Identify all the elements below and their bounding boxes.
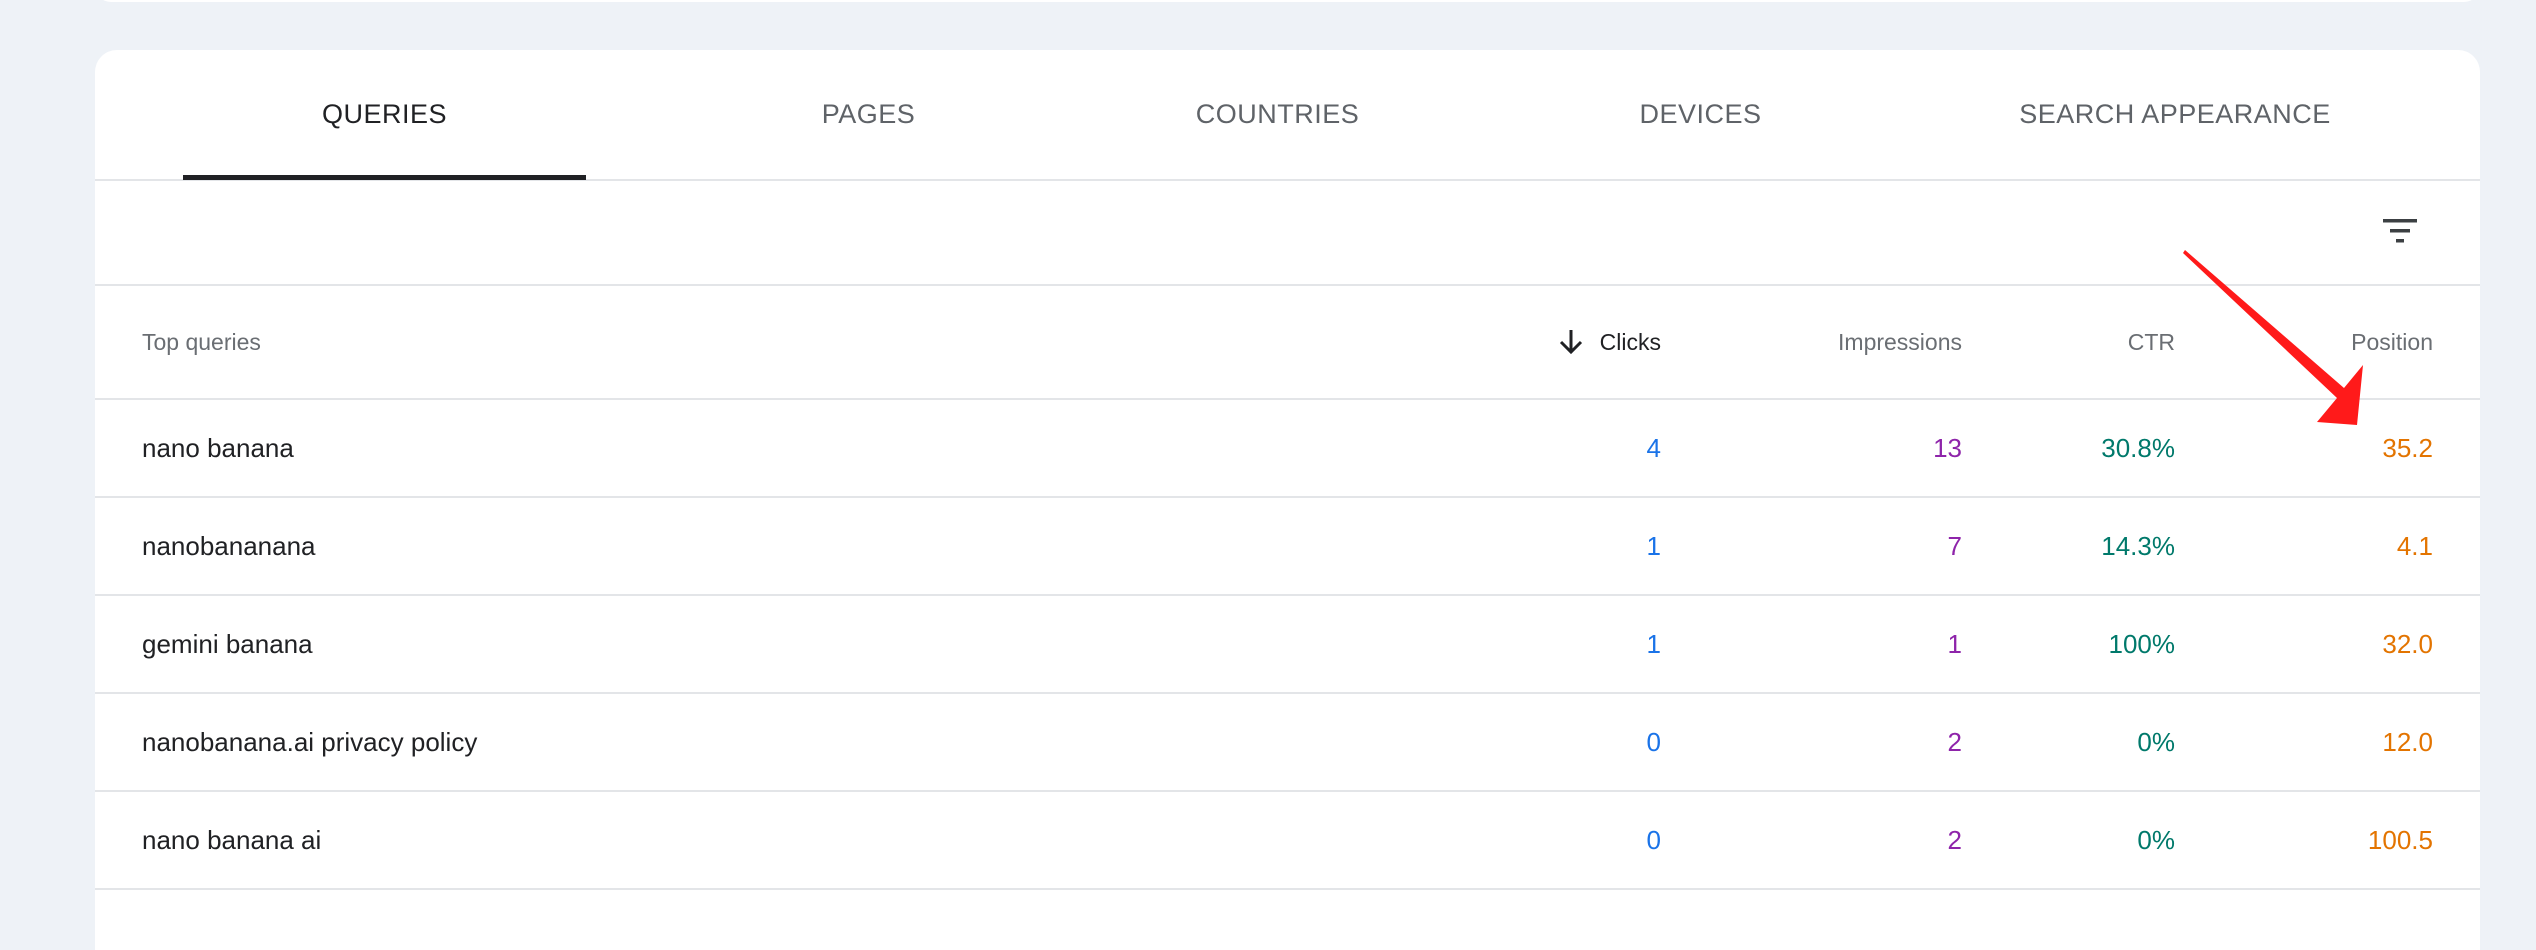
ctr-cell: 100% (2108, 628, 2176, 659)
tab-queries-label: QUERIES (321, 99, 448, 129)
clicks-cell: 0 (1646, 824, 1661, 855)
table-row-partial[interactable] (95, 890, 2480, 950)
impressions-cell: 2 (1947, 824, 1962, 855)
table-row[interactable]: nanobanana.ai privacy policy 0 2 0% 12.0 (95, 694, 2480, 792)
tab-countries-label: COUNTRIES (1195, 99, 1360, 129)
table-row[interactable]: nanobananana 1 7 14.3% 4.1 (95, 498, 2480, 596)
filter-list-icon (2383, 219, 2417, 243)
tab-devices-label: DEVICES (1639, 99, 1762, 129)
query-cell: nanobanana.ai privacy policy (142, 726, 478, 757)
tab-devices[interactable]: DEVICES (1528, 50, 1873, 179)
filter-button[interactable] (2378, 209, 2422, 253)
position-cell: 32.0 (2382, 628, 2433, 659)
clicks-cell: 4 (1646, 432, 1661, 463)
tab-countries[interactable]: COUNTRIES (1105, 50, 1450, 179)
column-header-clicks[interactable]: Clicks (1558, 286, 1661, 398)
tab-queries[interactable]: QUERIES (183, 50, 586, 180)
column-header-ctr[interactable]: CTR (2128, 286, 2175, 398)
table-toolbar (95, 181, 2480, 286)
clicks-cell: 1 (1646, 530, 1661, 561)
column-header-impressions[interactable]: Impressions (1838, 286, 1962, 398)
dimension-tabs: QUERIES PAGES COUNTRIES DEVICES SEARCH A… (95, 50, 2480, 181)
clicks-cell: 1 (1646, 628, 1661, 659)
impressions-cell: 2 (1947, 726, 1962, 757)
table-row[interactable]: nano banana 4 13 30.8% 35.2 (95, 400, 2480, 498)
tab-pages[interactable]: PAGES (696, 50, 1041, 179)
active-tab-indicator (183, 175, 586, 180)
table-row[interactable]: nano banana ai 0 2 0% 100.5 (95, 792, 2480, 890)
query-cell: nano banana ai (142, 824, 322, 855)
impressions-cell: 7 (1947, 530, 1962, 561)
impressions-cell: 1 (1947, 628, 1962, 659)
tab-pages-label: PAGES (821, 99, 916, 129)
column-header-position[interactable]: Position (2351, 286, 2433, 398)
tab-search-appearance-label: SEARCH APPEARANCE (2019, 99, 2331, 129)
query-cell: gemini banana (142, 628, 313, 659)
query-cell: nano banana (142, 432, 294, 463)
column-header-ctr-label: CTR (2127, 328, 2175, 355)
ctr-cell: 30.8% (2101, 432, 2175, 463)
column-header-query-label: Top queries (142, 328, 261, 355)
position-cell: 100.5 (2367, 824, 2433, 855)
ctr-cell: 0% (2137, 824, 2175, 855)
ctr-cell: 0% (2137, 726, 2175, 757)
column-header-clicks-label: Clicks (1599, 328, 1661, 355)
impressions-cell: 13 (1933, 432, 1962, 463)
position-cell: 4.1 (2396, 530, 2433, 561)
previous-card-edge (95, 0, 2480, 2)
position-cell: 12.0 (2382, 726, 2433, 757)
column-header-impressions-label: Impressions (1838, 328, 1962, 355)
clicks-cell: 0 (1646, 726, 1661, 757)
column-header-query: Top queries (142, 286, 261, 398)
ctr-cell: 14.3% (2101, 530, 2175, 561)
table-header: Top queries Clicks Impressions CTR Posit… (95, 286, 2480, 400)
position-cell: 35.2 (2382, 432, 2433, 463)
query-cell: nanobananana (142, 530, 316, 561)
arrow-down-icon (1559, 330, 1582, 355)
performance-table-card: QUERIES PAGES COUNTRIES DEVICES SEARCH A… (95, 50, 2480, 950)
table-row[interactable]: gemini banana 1 1 100% 32.0 (95, 596, 2480, 694)
tab-search-appearance[interactable]: SEARCH APPEARANCE (1915, 50, 2435, 179)
column-header-position-label: Position (2351, 328, 2433, 355)
